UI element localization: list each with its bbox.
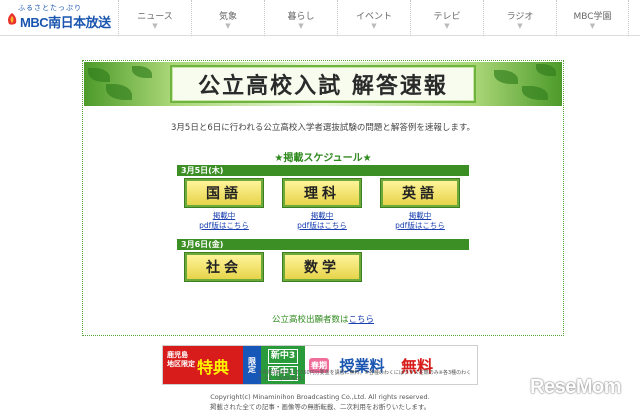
subject-label: 理科	[304, 186, 340, 202]
chevron-down-icon: ▼	[444, 22, 450, 30]
subject-button-math[interactable]: 数学	[283, 253, 361, 281]
nav-label: ラジオ	[506, 12, 534, 22]
main-nav: ニュース ▼ 気象 ▼ 暮らし ▼ イベント ▼ テレビ ▼ ラジオ ▼ MBC学園 ▼	[118, 0, 629, 36]
ad-special-block: 鹿児島 地区限定 特典	[163, 346, 243, 384]
leaf-decoration	[132, 66, 152, 78]
pdf-link[interactable]: pdf版はこちら	[381, 221, 459, 231]
subject-links-science: 掲載中 pdf版はこちら	[283, 211, 361, 231]
site-header: ふるさとたっぷり MBC南日本放送 ニュース ▼ 気象 ▼ 暮らし ▼ イベント ▼ テ…	[0, 0, 640, 36]
subject-label: 社会	[206, 260, 242, 276]
subject-links-english: 掲載中 pdf版はこちら	[381, 211, 459, 231]
ad-special: 特典	[197, 358, 230, 377]
nav-item-mbc-school[interactable]: MBC学園 ▼	[556, 0, 629, 36]
chevron-down-icon: ▼	[298, 22, 304, 30]
date-bar-mar5: 3月5日(木)	[177, 165, 469, 176]
status-link[interactable]: 掲載中	[381, 211, 459, 221]
pdf-link[interactable]: pdf版はこちら	[283, 221, 361, 231]
schedule-heading: ★掲載スケジュール★	[274, 153, 372, 164]
nav-label: ニュース	[137, 12, 173, 22]
nav-label: イベント	[355, 12, 392, 22]
subject-button-science[interactable]: 理科	[283, 179, 361, 207]
nav-label: テレビ	[433, 12, 461, 22]
subject-button-english[interactable]: 英語	[381, 179, 459, 207]
mbc-logo[interactable]: ふるさとたっぷり MBC南日本放送	[4, 3, 112, 33]
nav-label: 気象	[218, 12, 237, 22]
leaf-decoration	[88, 68, 110, 82]
date-bar-mar6: 3月6日(金)	[177, 239, 469, 250]
status-link[interactable]: 掲載中	[283, 211, 361, 221]
subject-button-social[interactable]: 社会	[185, 253, 263, 281]
chevron-down-icon: ▼	[371, 22, 377, 30]
subject-links-japanese: 掲載中 pdf版はこちら	[185, 211, 263, 231]
nav-item-life[interactable]: 暮らし ▼	[264, 0, 337, 36]
nav-item-news[interactable]: ニュース ▼	[118, 0, 191, 36]
chevron-down-icon: ▼	[152, 22, 158, 30]
ad-region: 鹿児島 地区限定	[167, 351, 195, 368]
leaf-decoration	[494, 70, 518, 84]
nav-label: 暮らし	[287, 12, 315, 22]
nav-label: MBC学園	[573, 12, 612, 22]
chevron-down-icon: ▼	[225, 22, 231, 30]
pdf-link[interactable]: pdf版はこちら	[185, 221, 263, 231]
exam-answers-panel: 公立高校入試 解答速報 3月5日と6日に行われる公立高校入学者選抜試験の問題と解…	[82, 60, 564, 336]
leaf-decoration	[536, 64, 556, 76]
logo-name: MBC南日本放送	[20, 15, 111, 30]
leaf-decoration	[106, 84, 132, 100]
footer-notice: 掲載された全ての記事・画像等の無断転載、二次利用をお断りいたします。	[209, 403, 431, 411]
banner-title-box: 公立高校入試 解答速報	[170, 65, 476, 103]
logo-mark-icon	[8, 13, 17, 25]
applicants-link[interactable]: こちら	[349, 315, 375, 325]
leaf-decoration	[522, 86, 548, 100]
ad-note: ※今年5月までに2,050円分要金を講習に無料。※各種のわくにはクラス在籍のみ※…	[258, 370, 472, 382]
subject-label: 国語	[206, 186, 242, 202]
nav-item-tv[interactable]: テレビ ▼	[410, 0, 483, 36]
subject-label: 英語	[402, 186, 438, 202]
title-banner: 公立高校入試 解答速報	[84, 62, 562, 106]
nav-item-weather[interactable]: 気象 ▼	[191, 0, 264, 36]
page-title: 公立高校入試 解答速報	[198, 73, 448, 99]
nav-item-events[interactable]: イベント ▼	[337, 0, 410, 36]
intro-text: 3月5日と6日に行われる公立高校入学者選抜試験の問題と解答例を速報します。	[171, 123, 475, 133]
applicants-text: 公立高校出願者数は	[271, 315, 349, 325]
resemom-watermark: ReseMom	[530, 376, 621, 398]
chevron-down-icon: ▼	[589, 22, 596, 30]
nav-item-radio[interactable]: ラジオ ▼	[483, 0, 556, 36]
status-link[interactable]: 掲載中	[185, 211, 263, 221]
chevron-down-icon: ▼	[517, 22, 523, 30]
applicants-line: 公立高校出願者数はこちら	[83, 313, 563, 325]
ad-grade-1: 新中3	[267, 349, 299, 364]
subject-label: 数学	[304, 260, 340, 276]
subject-button-japanese[interactable]: 国語	[185, 179, 263, 207]
